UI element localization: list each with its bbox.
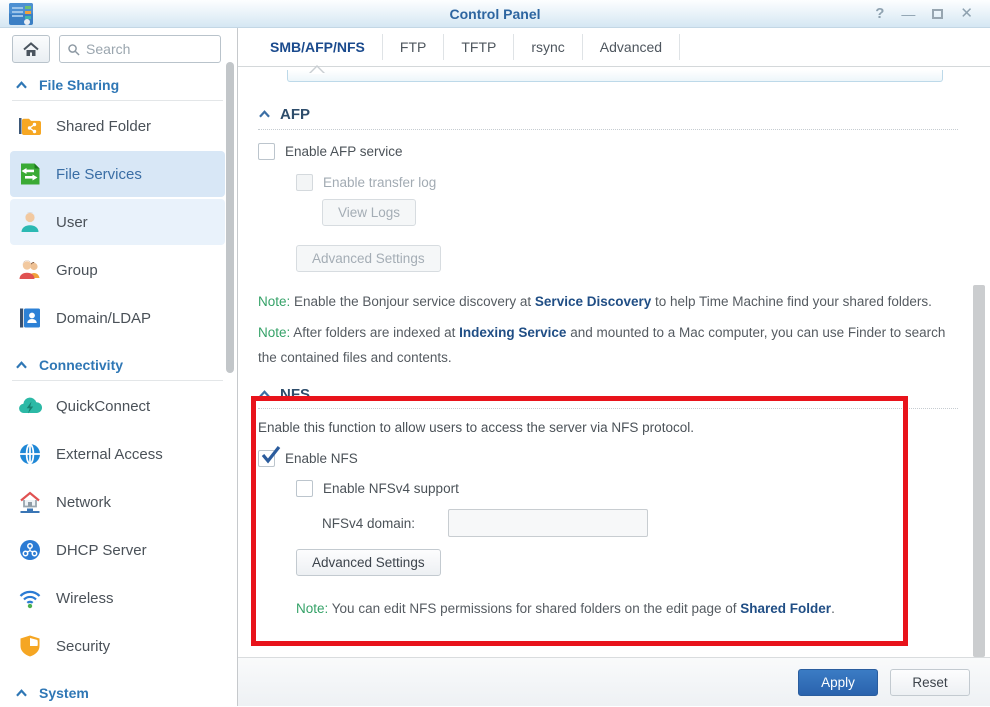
search-icon bbox=[67, 42, 80, 57]
footer-bar: Apply Reset bbox=[238, 657, 990, 706]
nfs-section-header[interactable]: NFS bbox=[258, 385, 990, 403]
afp-advanced-settings-button[interactable]: Advanced Settings bbox=[296, 245, 441, 272]
search-input[interactable] bbox=[86, 41, 213, 57]
sidebar-item-file-services[interactable]: File Services bbox=[10, 151, 225, 197]
collapse-chevron-icon bbox=[258, 109, 271, 119]
sidebar-item-group[interactable]: Group bbox=[10, 247, 225, 293]
shared-folder-icon bbox=[17, 113, 43, 139]
nfs-note-shared-folder: Note: You can edit NFS permissions for s… bbox=[296, 596, 990, 621]
enable-afp-service-row: Enable AFP service bbox=[258, 142, 990, 160]
tab-bar: SMB/AFP/NFS FTP TFTP rsync Advanced bbox=[238, 28, 990, 67]
chevron-up-icon bbox=[15, 80, 28, 90]
user-icon bbox=[17, 209, 43, 235]
control-panel-app-icon bbox=[8, 2, 34, 26]
security-icon bbox=[17, 633, 43, 659]
network-icon bbox=[17, 489, 43, 515]
chevron-up-icon bbox=[15, 688, 28, 698]
enable-transfer-log-row: Enable transfer log bbox=[296, 173, 990, 191]
shared-folder-link[interactable]: Shared Folder bbox=[740, 601, 831, 616]
collapse-chevron-icon bbox=[258, 389, 271, 399]
external-access-icon bbox=[17, 441, 43, 467]
chevron-up-icon bbox=[15, 360, 28, 370]
tab-ftp[interactable]: FTP bbox=[383, 34, 444, 60]
maximize-button[interactable] bbox=[932, 9, 943, 19]
tab-rsync[interactable]: rsync bbox=[514, 34, 582, 60]
nfsv4-domain-label: NFSv4 domain: bbox=[322, 516, 448, 531]
settings-scroll-area: AFP Enable AFP service Enable transfer l… bbox=[238, 67, 990, 657]
dhcp-server-icon bbox=[17, 537, 43, 563]
file-services-icon bbox=[17, 161, 43, 187]
nfsv4-domain-row: NFSv4 domain: bbox=[322, 509, 990, 537]
sidebar-item-security[interactable]: Security bbox=[10, 623, 225, 669]
afp-note-service-discovery: Note: Enable the Bonjour service discove… bbox=[258, 289, 963, 314]
help-button[interactable]: ? bbox=[875, 6, 884, 21]
sidebar-item-quickconnect[interactable]: QuickConnect bbox=[10, 383, 225, 429]
nfs-advanced-settings-button[interactable]: Advanced Settings bbox=[296, 549, 441, 576]
domain-ldap-icon bbox=[17, 305, 43, 331]
quickconnect-icon bbox=[17, 393, 43, 419]
content-scrollbar[interactable] bbox=[973, 285, 985, 657]
view-logs-button[interactable]: View Logs bbox=[322, 199, 416, 226]
sidebar: File Sharing Shared Folder File Services bbox=[0, 28, 238, 706]
tab-tftp[interactable]: TFTP bbox=[444, 34, 514, 60]
search-box[interactable] bbox=[59, 35, 221, 63]
sidebar-scrollbar[interactable] bbox=[226, 62, 234, 373]
sidebar-item-domain-ldap[interactable]: Domain/LDAP bbox=[10, 295, 225, 341]
enable-nfs-checkbox[interactable] bbox=[258, 450, 275, 467]
window-title: Control Panel bbox=[0, 6, 990, 22]
divider bbox=[258, 408, 958, 409]
sidebar-section-connectivity[interactable]: Connectivity bbox=[0, 343, 237, 378]
nfsv4-domain-input[interactable] bbox=[448, 509, 648, 537]
title-bar: Control Panel ? — ✕ bbox=[0, 0, 990, 28]
group-icon bbox=[17, 257, 43, 283]
indexing-service-link[interactable]: Indexing Service bbox=[459, 325, 566, 340]
apply-button[interactable]: Apply bbox=[798, 669, 878, 696]
sidebar-item-external-access[interactable]: External Access bbox=[10, 431, 225, 477]
sidebar-item-dhcp-server[interactable]: DHCP Server bbox=[10, 527, 225, 573]
tab-smb-afp-nfs[interactable]: SMB/AFP/NFS bbox=[253, 34, 383, 60]
sidebar-section-file-sharing[interactable]: File Sharing bbox=[0, 68, 237, 98]
scrolled-panel-fragment bbox=[287, 70, 943, 82]
content-panel: SMB/AFP/NFS FTP TFTP rsync Advanced AFP … bbox=[238, 28, 990, 706]
enable-nfsv4-checkbox[interactable] bbox=[296, 480, 313, 497]
divider bbox=[258, 129, 958, 130]
minimize-button[interactable]: — bbox=[901, 7, 915, 21]
enable-nfsv4-row: Enable NFSv4 support bbox=[296, 479, 990, 497]
sidebar-item-shared-folder[interactable]: Shared Folder bbox=[10, 103, 225, 149]
sidebar-item-network[interactable]: Network bbox=[10, 479, 225, 525]
afp-note-indexing-service: Note: After folders are indexed at Index… bbox=[258, 320, 963, 370]
service-discovery-link[interactable]: Service Discovery bbox=[535, 294, 651, 309]
home-button[interactable] bbox=[12, 35, 50, 63]
home-icon bbox=[22, 41, 40, 58]
reset-button[interactable]: Reset bbox=[890, 669, 970, 696]
divider bbox=[12, 380, 223, 381]
close-button[interactable]: ✕ bbox=[960, 6, 973, 21]
wireless-icon bbox=[17, 585, 43, 611]
nfs-description: Enable this function to allow users to a… bbox=[258, 420, 990, 435]
sidebar-item-wireless[interactable]: Wireless bbox=[10, 575, 225, 621]
enable-transfer-log-checkbox[interactable] bbox=[296, 174, 313, 191]
sidebar-section-system[interactable]: System bbox=[0, 671, 237, 706]
enable-nfs-row: Enable NFS bbox=[258, 449, 990, 467]
tab-advanced[interactable]: Advanced bbox=[583, 34, 680, 60]
divider bbox=[12, 100, 223, 101]
sidebar-item-user[interactable]: User bbox=[10, 199, 225, 245]
afp-section-header[interactable]: AFP bbox=[258, 105, 990, 123]
enable-afp-service-checkbox[interactable] bbox=[258, 143, 275, 160]
